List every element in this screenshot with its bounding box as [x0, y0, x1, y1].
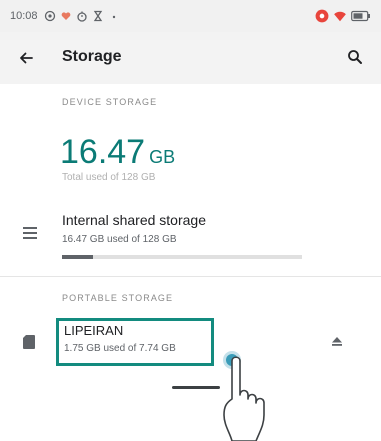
list-icon	[23, 227, 37, 239]
internal-storage-progress	[62, 255, 302, 259]
tap-highlight-box	[56, 318, 214, 366]
status-icons-left	[44, 10, 120, 22]
internal-storage-subtitle: 16.47 GB used of 128 GB	[62, 234, 177, 245]
total-used-text: Total used of 128 GB	[62, 172, 156, 183]
search-icon[interactable]	[347, 49, 363, 65]
pointing-hand-icon	[223, 356, 265, 441]
used-value: 16.47	[60, 133, 146, 171]
hourglass-icon	[93, 10, 102, 22]
internal-storage-title: Internal shared storage	[62, 212, 206, 228]
status-time: 10:08	[10, 10, 38, 22]
status-icons-right	[315, 9, 371, 23]
portable-storage-section-label: PORTABLE STORAGE	[62, 293, 174, 303]
record-icon	[315, 9, 329, 23]
device-storage-section-label: DEVICE STORAGE	[62, 97, 158, 107]
device-storage-used: 16.47 GB	[60, 133, 175, 172]
timer-icon	[76, 11, 87, 22]
back-arrow-icon[interactable]	[18, 50, 34, 66]
used-unit: GB	[149, 147, 176, 167]
app-bar: Storage	[0, 32, 381, 84]
wifi-icon	[334, 11, 346, 22]
dot-icon	[112, 15, 115, 19]
internal-storage-progress-fill	[62, 255, 93, 259]
status-bar: 10:08	[0, 0, 381, 32]
heart-icon	[61, 12, 70, 20]
sd-card-icon	[23, 335, 35, 349]
battery-icon	[351, 10, 370, 22]
alert-icon	[44, 10, 55, 22]
storage-screen: 10:08 Storage DEVICE STORAGE 16.47 GB Tot…	[0, 0, 381, 441]
nav-gesture-pill[interactable]	[172, 386, 220, 389]
eject-icon[interactable]	[331, 335, 343, 347]
section-divider	[0, 276, 381, 277]
page-title: Storage	[62, 48, 122, 65]
